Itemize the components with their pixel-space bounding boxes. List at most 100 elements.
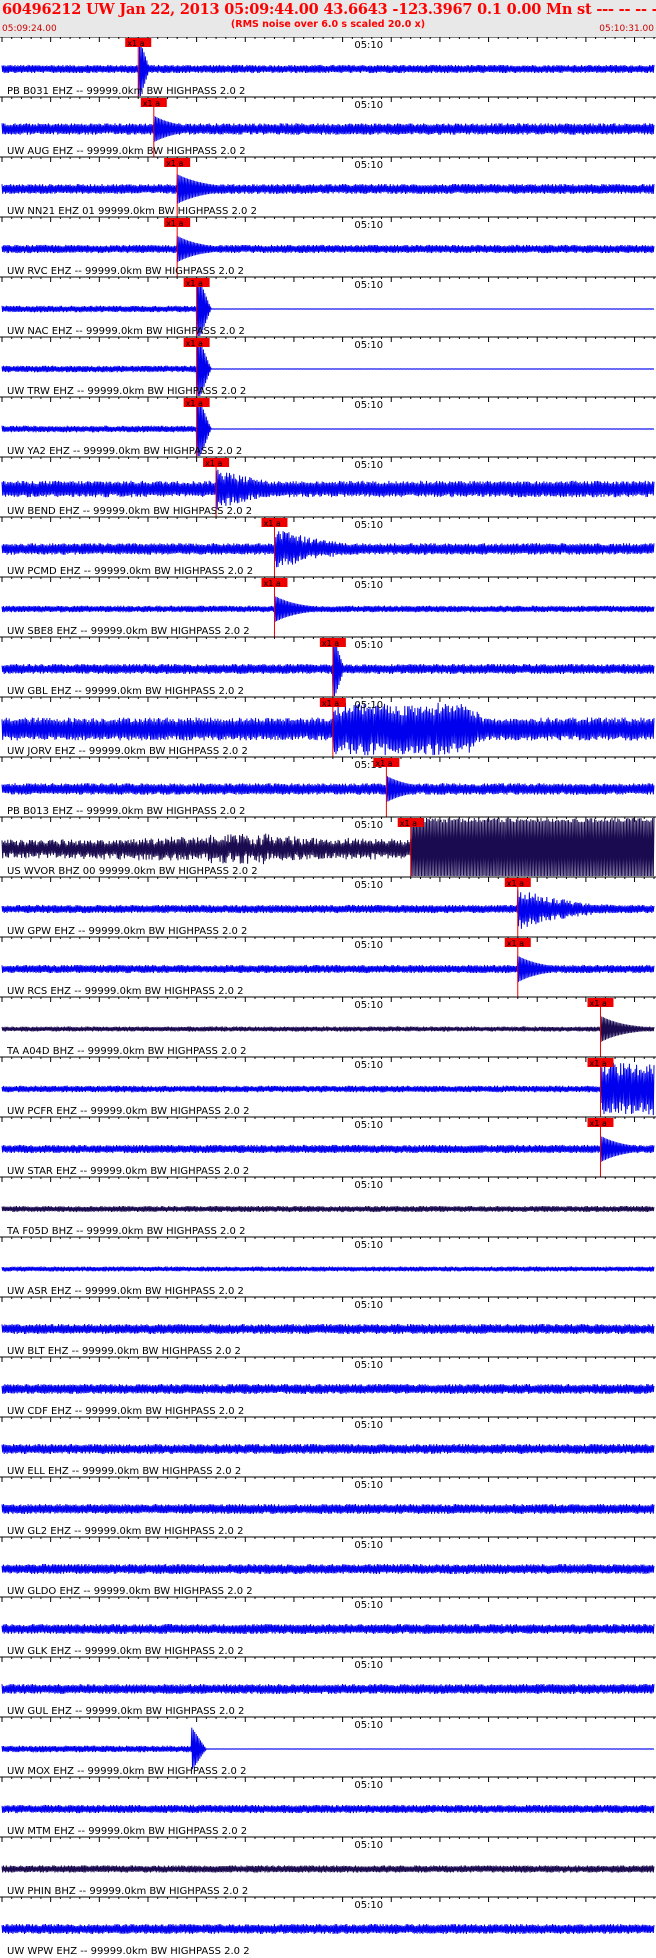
waveform bbox=[1, 1444, 655, 1454]
pick-flag-label: x1 a bbox=[263, 519, 280, 528]
time-tick-label: 05:10 bbox=[354, 1660, 383, 1671]
waveform bbox=[1, 1624, 655, 1634]
station-label: UW RCS EHZ -- 99999.0km BW HIGHPASS 2.0 … bbox=[7, 986, 244, 997]
time-tick-label: 05:10 bbox=[354, 1600, 383, 1611]
trace-row: 05:10 UW MTM EHZ -- 99999.0km BW HIGHPASS… bbox=[0, 1776, 656, 1837]
pick-flag-label: x1 a bbox=[589, 1119, 606, 1128]
waveform bbox=[1, 531, 655, 568]
time-tick-label: 05:10 bbox=[354, 1120, 383, 1131]
trace-row: 05:10 x1 a UW YA2 EHZ -- 99999.0km BW HIGH… bbox=[0, 396, 656, 457]
station-label: UW NAC EHZ -- 99999.0km BW HIGHPASS 2.0 … bbox=[7, 326, 245, 337]
time-tick-label: 05:10 bbox=[354, 580, 383, 591]
station-label: UW JORV EHZ -- 99999.0km BW HIGHPASS 2.0… bbox=[7, 746, 248, 757]
time-tick-label: 05:10 bbox=[354, 1180, 383, 1191]
pick-flag-label: x1 a bbox=[205, 459, 222, 468]
time-tick-label: 05:10 bbox=[354, 1060, 383, 1071]
waveform bbox=[1, 776, 655, 803]
time-tick-label: 05:10 bbox=[354, 160, 383, 171]
waveform bbox=[1, 1384, 655, 1394]
station-label: TA A04D BHZ -- 99999.0km BW HIGHPASS 2.0… bbox=[6, 1046, 247, 1057]
time-tick-label: 05:10 bbox=[354, 40, 383, 51]
trace-row: 05:10 UW BLT EHZ -- 99999.0km BW HIGHPASS… bbox=[0, 1296, 656, 1357]
time-tick-label: 05:10 bbox=[354, 1000, 383, 1011]
time-tick-label: 05:10 bbox=[354, 1720, 383, 1731]
trace-row: 05:10 UW ASR EHZ -- 99999.0km BW HIGHPASS… bbox=[0, 1236, 656, 1297]
time-tick-label: 05:10 bbox=[354, 520, 383, 531]
station-label: TA F05D BHZ -- 99999.0km BW HIGHPASS 2.0… bbox=[6, 1226, 245, 1237]
pick-flag-label: x1 a bbox=[589, 999, 606, 1008]
station-label: UW GLK EHZ -- 99999.0km BW HIGHPASS 2.0 … bbox=[7, 1646, 244, 1657]
time-tick-label: 05:10 bbox=[354, 340, 383, 351]
time-tick-label: 05:10 bbox=[354, 220, 383, 231]
station-label: UW ASR EHZ -- 99999.0km BW HIGHPASS 2.0 … bbox=[7, 1286, 244, 1297]
trace-row: 05:10 x1 a US WVOR BHZ 00 99999.0km BW HIG… bbox=[0, 816, 656, 877]
station-label: UW STAR EHZ -- 99999.0km BW HIGHPASS 2.0… bbox=[7, 1166, 249, 1177]
trace-row: 05:10 UW GUL EHZ -- 99999.0km BW HIGHPASS… bbox=[0, 1656, 656, 1717]
station-label: PB B031 EHZ -- 99999.0km BW HIGHPASS 2.0… bbox=[7, 86, 245, 97]
station-label: UW BLT EHZ -- 99999.0km BW HIGHPASS 2.0 … bbox=[7, 1346, 241, 1357]
waveform bbox=[1, 235, 655, 262]
trace-row: 05:10 UW MOX EHZ -- 99999.0km BW HIGHPASS… bbox=[0, 1716, 656, 1777]
station-label: UW CDF EHZ -- 99999.0km BW HIGHPASS 2.0 … bbox=[7, 1406, 244, 1417]
trace-row: 05:10 UW CDF EHZ -- 99999.0km BW HIGHPASS… bbox=[0, 1356, 656, 1417]
time-tick-label: 05:10 bbox=[354, 1840, 383, 1851]
trace-row: 05:10 x1 a UW NAC EHZ -- 99999.0km BW HIGH… bbox=[0, 276, 656, 337]
station-label: UW GPW EHZ -- 99999.0km BW HIGHPASS 2.0 … bbox=[7, 926, 247, 937]
waveform bbox=[1, 1016, 655, 1042]
time-tick-label: 05:10 bbox=[354, 1900, 383, 1911]
seismogram-panel: 05:10 x1 a PB B031 EHZ -- 99999.0km BW HIG… bbox=[0, 37, 656, 1957]
station-label: UW GBL EHZ -- 99999.0km BW HIGHPASS 2.0 … bbox=[7, 686, 244, 697]
end-time-label: 05:10:31.00 bbox=[599, 24, 654, 34]
trace-row: 05:10 x1 a UW PCMD EHZ -- 99999.0km BW HIG… bbox=[0, 516, 656, 577]
time-tick-label: 05:10 bbox=[354, 1300, 383, 1311]
trace-row: 05:10 x1 a UW TRW EHZ -- 99999.0km BW HIGH… bbox=[0, 336, 656, 397]
waveform bbox=[1, 1324, 655, 1334]
station-label: US WVOR BHZ 00 99999.0km BW HIGHPASS 2.0… bbox=[7, 866, 258, 877]
rms-noise-note: (RMS noise over 6.0 s scaled 20.0 x) bbox=[230, 19, 426, 30]
station-label: UW RVC EHZ -- 99999.0km BW HIGHPASS 2.0 … bbox=[7, 266, 244, 277]
waveform bbox=[1, 115, 655, 142]
time-tick-label: 05:10 bbox=[354, 460, 383, 471]
pick-flag-label: x1 a bbox=[143, 99, 160, 108]
time-tick-label: 05:10 bbox=[354, 1780, 383, 1791]
trace-row: 05:10 UW GLDO EHZ -- 99999.0km BW HIGHPAS… bbox=[0, 1536, 656, 1597]
trace-row: 05:10 x1 a UW AUG EHZ -- 99999.0km BW HIGH… bbox=[0, 96, 656, 157]
start-time-label: 05:09:24.00 bbox=[2, 24, 57, 34]
trace-row: 05:10 x1 a UW JORV EHZ -- 99999.0km BW HIG… bbox=[0, 696, 656, 757]
pick-flag-label: x1 a bbox=[375, 759, 392, 768]
pick-flag-label: x1 a bbox=[400, 819, 417, 828]
trace-row: 05:10x1 aPB B013 EHZ -- 99999.0km BW HIG… bbox=[0, 756, 656, 817]
trace-row: 05:10 x1 a UW GPW EHZ -- 99999.0km BW HIGH… bbox=[0, 876, 656, 937]
waveform bbox=[1, 596, 655, 622]
time-tick-label: 05:10 bbox=[354, 700, 383, 711]
pick-flag-label: x1 a bbox=[186, 339, 203, 348]
pick-flag-label: x1 a bbox=[507, 879, 524, 888]
waveform bbox=[1, 469, 655, 510]
trace-row: 05:10 UW PHIN BHZ -- 99999.0km BW HIGHPAS… bbox=[0, 1836, 656, 1897]
station-label: UW SBE8 EHZ -- 99999.0km BW HIGHPASS 2.0… bbox=[7, 626, 250, 637]
trace-row: 05:10 x1 a UW RCS EHZ -- 99999.0km BW HIGH… bbox=[0, 936, 656, 997]
waveform bbox=[1, 1865, 655, 1873]
pick-flag-label: x1 a bbox=[322, 639, 339, 648]
time-tick-label: 05:10 bbox=[354, 1540, 383, 1551]
pick-flag-label: x1 a bbox=[166, 159, 183, 168]
waveform bbox=[1, 1564, 655, 1574]
waveform bbox=[1, 1205, 655, 1213]
station-label: UW MOX EHZ -- 99999.0km BW HIGHPASS 2.0 … bbox=[7, 1766, 246, 1777]
trace-row: 05:10 x1 a UW STAR EHZ -- 99999.0km BW HIG… bbox=[0, 1116, 656, 1177]
pick-flag-label: x1 a bbox=[186, 399, 203, 408]
waveform bbox=[1, 1924, 655, 1934]
trace-row: 05:10 x1 a TA A04D BHZ -- 99999.0km BW HIG… bbox=[0, 996, 656, 1057]
station-label: UW YA2 EHZ -- 99999.0km BW HIGHPASS 2.0 … bbox=[7, 446, 242, 457]
trace-row: 05:10 x1 a UW NN21 EHZ 01 99999.0km BW HIG… bbox=[0, 156, 656, 217]
trace-row: 05:10 x1 a PB B031 EHZ -- 99999.0km BW HIG… bbox=[0, 37, 656, 97]
station-label: UW BEND EHZ -- 99999.0km BW HIGHPASS 2.0… bbox=[7, 506, 252, 517]
pick-flag-label: x1 a bbox=[263, 579, 280, 588]
time-tick-label: 05:10 bbox=[354, 940, 383, 951]
time-tick-label: 05:10 bbox=[354, 1480, 383, 1491]
waveform bbox=[1, 1136, 655, 1162]
pick-flag-label: x1 a bbox=[507, 939, 524, 948]
trace-row: 05:10 x1 a UW BEND EHZ -- 99999.0km BW HIG… bbox=[0, 456, 656, 517]
pick-flag-label: x1 a bbox=[322, 699, 339, 708]
trace-row: 05:10 UW WPW EHZ -- 99999.0km BW HIGHPASS… bbox=[0, 1896, 656, 1957]
